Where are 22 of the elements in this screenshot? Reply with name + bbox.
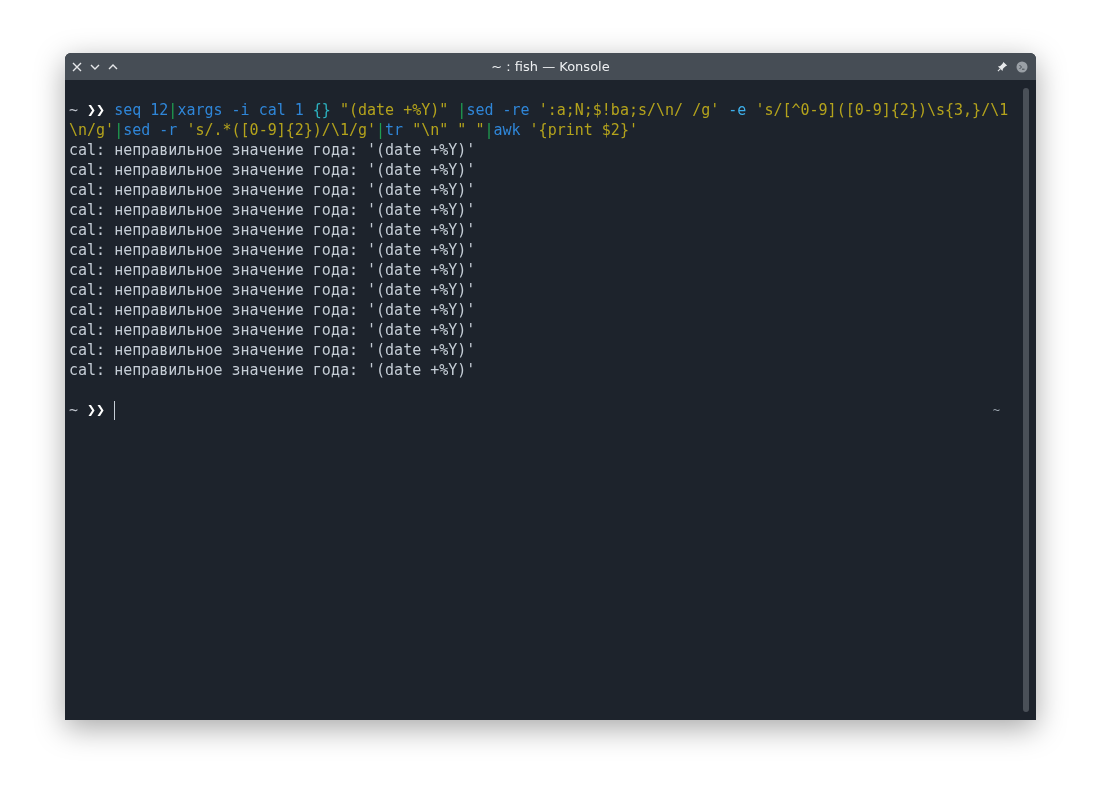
output-line: cal: неправильное значение года: '(date +%Y)' bbox=[69, 220, 476, 240]
pin-icon[interactable] bbox=[997, 61, 1008, 72]
output-line: cal: неправильное значение года: '(date +%Y)' bbox=[69, 180, 476, 200]
output-line: cal: неправильное значение года: '(date +%Y)' bbox=[69, 240, 476, 260]
output-line: cal: неправильное значение года: '(date +%Y)' bbox=[69, 360, 476, 380]
scrollbar[interactable] bbox=[1023, 88, 1029, 712]
output-line: cal: неправильное значение года: '(date +%Y)' bbox=[69, 140, 476, 160]
output-line: cal: неправильное значение года: '(date +%Y)' bbox=[69, 260, 476, 280]
output-line: cal: неправильное значение года: '(date +%Y)' bbox=[69, 320, 476, 340]
command-line: \n/g'|sed -r 's/.*([0-9]{2})/\1/g'|tr "\n" " "|awk '{print $2}' bbox=[69, 120, 638, 140]
prompt: ~ ❯❯ bbox=[69, 400, 107, 420]
output-line: cal: неправильное значение года: '(date +%Y)' bbox=[69, 200, 476, 220]
window-title: ~ : fish — Konsole bbox=[491, 57, 610, 76]
text-cursor bbox=[114, 400, 116, 420]
close-icon[interactable] bbox=[71, 60, 83, 73]
command-line: ~ ❯❯ seq 12|xargs -i cal 1 {} "(date +%Y)" |sed -re ':a;N;$!ba;s/\n/ /g' -e 's/[^0-9]([0-9]{2})\s{3,}/\1 bbox=[69, 100, 1009, 120]
output-line: cal: неправильное значение года: '(date +%Y)' bbox=[69, 340, 476, 360]
output-line: cal: неправильное значение года: '(date +%Y)' bbox=[69, 160, 476, 180]
output-line: cal: неправильное значение года: '(date +%Y)' bbox=[69, 300, 476, 320]
terminal-app-icon[interactable] bbox=[1016, 60, 1028, 73]
right-prompt: ~ bbox=[992, 402, 1000, 419]
output-line: cal: неправильное значение года: '(date +%Y)' bbox=[69, 280, 476, 300]
